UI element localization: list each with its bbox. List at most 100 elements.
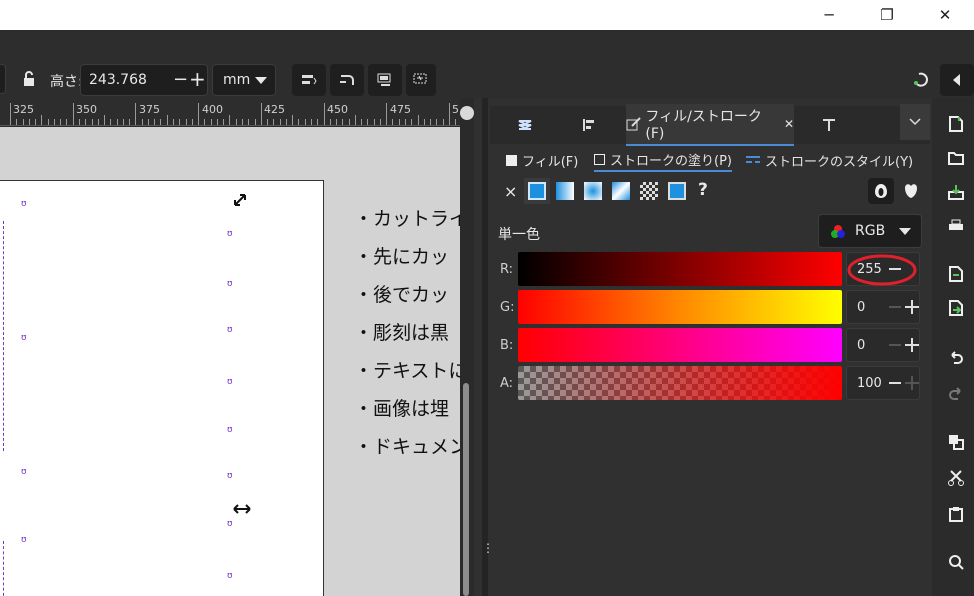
node-marker: ʊ	[227, 377, 233, 387]
ruler-tick	[298, 119, 300, 125]
ruler-tick	[260, 103, 262, 125]
ruler-tick	[361, 119, 363, 125]
node-marker: ʊ	[227, 279, 233, 289]
height-decrement[interactable]: −	[173, 69, 188, 90]
flat-color-button[interactable]	[524, 178, 550, 204]
fill-rule-evenodd-button[interactable]	[868, 178, 894, 204]
resize-diagonal-handle[interactable]	[233, 193, 247, 207]
ruler-tick	[28, 119, 30, 125]
ruler-tick	[160, 119, 162, 125]
channel-a-decrement[interactable]	[889, 382, 901, 384]
channel-g-slider[interactable]	[518, 290, 842, 324]
mesh-gradient-button[interactable]	[612, 182, 630, 200]
cut-icon[interactable]	[946, 468, 966, 488]
tab-align[interactable]	[568, 104, 610, 146]
minimize-button[interactable]: ─	[800, 0, 858, 30]
color-mode-select[interactable]: RGB	[818, 214, 922, 248]
scrollbar-thumb[interactable]	[463, 383, 469, 596]
panel-divider[interactable]: ⋮	[482, 98, 494, 596]
ruler-tick-label: 325	[13, 103, 34, 116]
fill-rule-nonzero-button[interactable]	[898, 178, 924, 204]
vertical-scrollbar[interactable]	[460, 98, 474, 596]
chevron-down-icon	[255, 77, 267, 84]
channel-a-slider[interactable]	[518, 366, 842, 400]
ruler-tick	[173, 119, 175, 125]
close-button[interactable]: ✕	[916, 0, 974, 30]
unset-paint-button[interactable]: ?	[698, 180, 708, 200]
ruler-tick	[273, 119, 275, 125]
height-input[interactable]: 243.768 − +	[80, 64, 208, 96]
transform-stroke-button[interactable]	[292, 64, 326, 96]
ruler-tick	[448, 103, 450, 125]
import-icon[interactable]	[946, 264, 966, 284]
bullet-text[interactable]: ・テキストに	[354, 356, 460, 383]
undo-icon[interactable]	[946, 348, 966, 368]
fill-stroke-panel: ⋮ フィル/ストローク(F) ✕ フィル(F) ストロークの塗り(P) ストロー…	[474, 98, 932, 596]
channel-r-slider[interactable]	[518, 252, 842, 286]
new-doc-icon[interactable]	[946, 114, 966, 134]
evenodd-icon	[875, 184, 887, 198]
bullet-text[interactable]: ・ドキュメン	[354, 432, 460, 459]
drawing-canvas[interactable]: ʊ ʊ ʊ ʊ ʊ ʊ ʊ ʊ ʊ ʊ ʊ ʊ ・カットライ ・先にカッ ・後で…	[0, 127, 460, 596]
height-increment[interactable]: +	[189, 67, 206, 91]
swatch-button[interactable]	[668, 182, 686, 200]
document-page[interactable]: ʊ ʊ ʊ ʊ ʊ ʊ ʊ ʊ ʊ ʊ ʊ ʊ	[0, 180, 324, 596]
bullet-text[interactable]: ・後でカッ	[354, 280, 449, 307]
no-paint-button[interactable]: ×	[504, 182, 517, 201]
zoom-icon[interactable]	[946, 552, 966, 572]
export-icon[interactable]	[946, 298, 966, 318]
linear-gradient-button[interactable]	[556, 182, 574, 200]
channel-g-input[interactable]: 0	[846, 290, 920, 324]
redo-icon[interactable]	[946, 384, 966, 404]
channel-g-increment-v	[911, 300, 913, 314]
tab-overflow-button[interactable]	[900, 104, 930, 140]
tab-text[interactable]	[808, 104, 850, 146]
scale-corners-icon	[340, 75, 354, 85]
bullet-text[interactable]: ・カットライ	[354, 204, 460, 231]
node-marker: ʊ	[227, 425, 233, 435]
bullet-text[interactable]: ・先にカッ	[354, 242, 449, 269]
tab-layers[interactable]	[504, 104, 546, 146]
channel-g-decrement[interactable]	[889, 306, 901, 308]
copy-icon[interactable]	[946, 432, 966, 452]
channel-b-slider[interactable]	[518, 328, 842, 362]
bullet-text[interactable]: ・画像は埋	[354, 394, 449, 421]
node-marker: ʊ	[21, 199, 27, 209]
ruler-tick	[147, 119, 149, 125]
tab-close-icon[interactable]: ✕	[784, 117, 794, 131]
snap-icon[interactable]	[910, 68, 932, 90]
zoom-corner-icon[interactable]	[460, 106, 474, 120]
ruler-tick	[210, 119, 212, 125]
transform-gradient-button[interactable]	[368, 64, 402, 96]
save-icon[interactable]	[946, 182, 966, 202]
open-icon[interactable]	[946, 148, 966, 168]
subtab-fill[interactable]: フィル(F)	[506, 148, 578, 172]
subtab-stroke-paint[interactable]: ストロークの塗り(P)	[594, 148, 732, 172]
chevron-left-icon	[953, 74, 960, 86]
height-value: 243.768	[89, 72, 147, 88]
channel-b-decrement[interactable]	[889, 344, 901, 346]
pattern-button[interactable]	[640, 182, 658, 200]
channel-a-input[interactable]: 100	[846, 366, 920, 400]
resize-horizontal-handle[interactable]	[233, 504, 251, 514]
subtab-stroke-style[interactable]: ストロークのスタイル(Y)	[746, 148, 913, 172]
ruler-tick	[310, 119, 312, 125]
tab-fill-stroke[interactable]: フィル/ストローク(F) ✕	[626, 104, 794, 146]
radial-gradient-button[interactable]	[584, 182, 602, 200]
paste-icon[interactable]	[946, 504, 966, 524]
print-icon[interactable]	[946, 216, 966, 236]
restore-button[interactable]: ❐	[858, 0, 916, 30]
drag-handle-icon[interactable]: ⋮	[482, 542, 494, 554]
bullet-text[interactable]: ・彫刻は黒	[354, 318, 449, 345]
unit-select[interactable]: mm	[212, 64, 276, 96]
channel-a-label: A:	[500, 376, 514, 391]
channel-b-input[interactable]: 0	[846, 328, 920, 362]
snap-toggle-button[interactable]	[940, 64, 974, 96]
lock-icon[interactable]	[18, 68, 40, 90]
ruler-tick	[254, 119, 256, 125]
ruler-tick	[22, 119, 24, 125]
prev-field[interactable]	[0, 64, 6, 94]
transform-pattern-button[interactable]	[406, 64, 436, 96]
channel-a-value: 100	[857, 376, 882, 391]
transform-corners-button[interactable]	[330, 64, 364, 96]
